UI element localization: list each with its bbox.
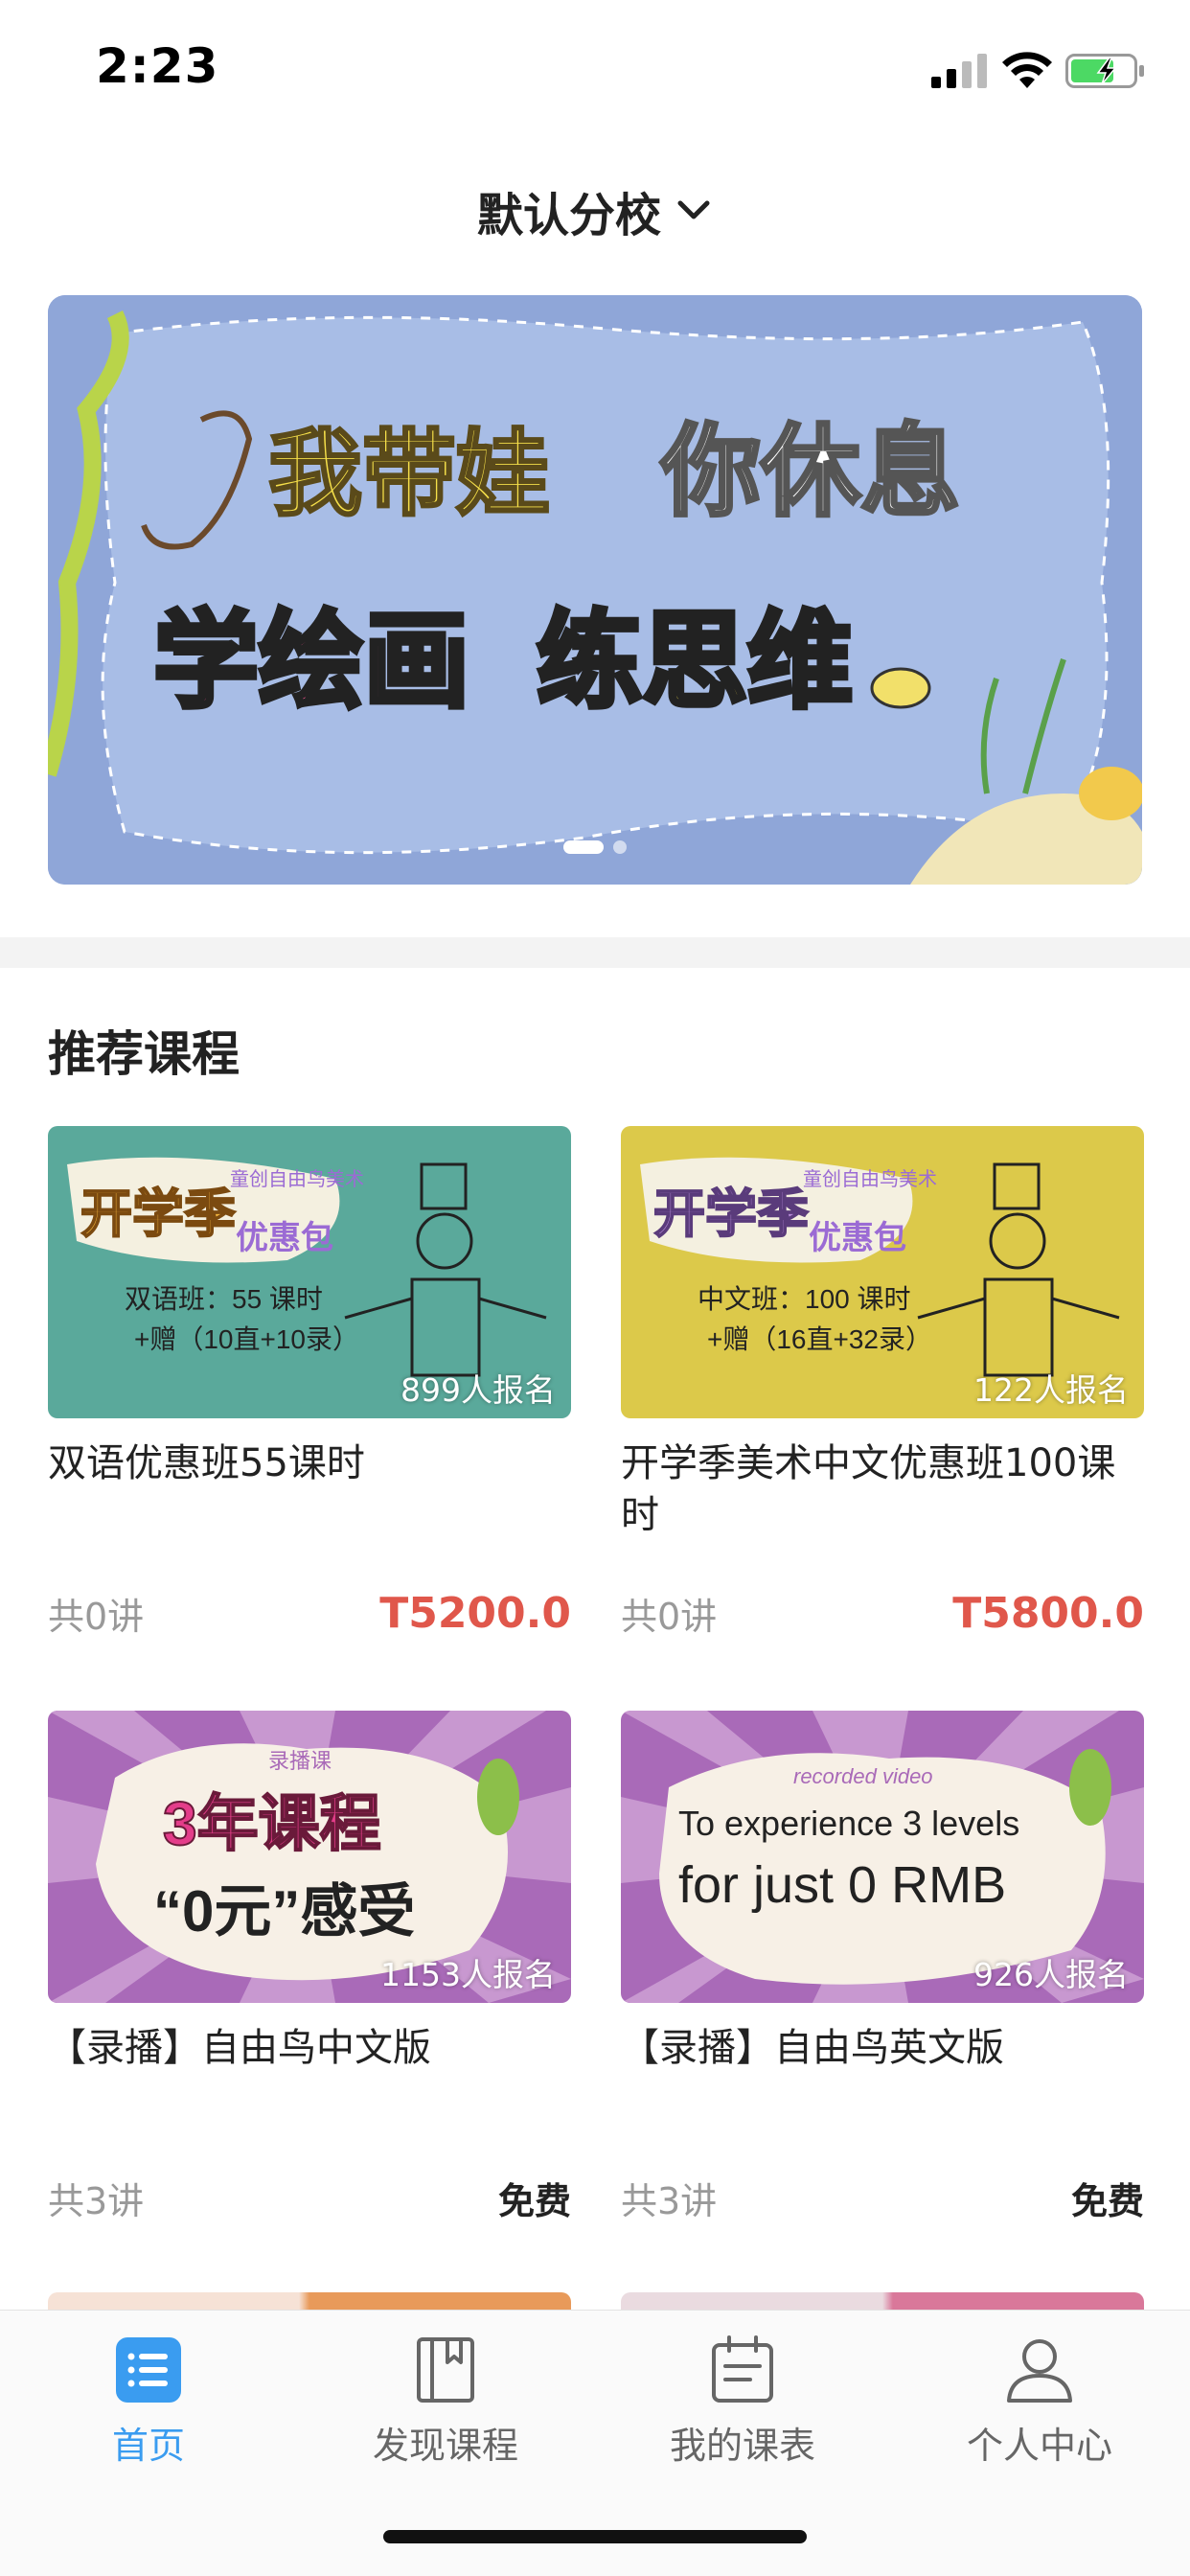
- course-price: T5200.0: [379, 1589, 571, 1638]
- lesson-count: 共3讲: [621, 2180, 718, 2222]
- carousel-dot[interactable]: [613, 840, 627, 854]
- svg-text:优惠包: 优惠包: [236, 1220, 333, 1256]
- section-divider: [0, 937, 1190, 968]
- signal-icon: [931, 54, 987, 88]
- tab-home[interactable]: 首页: [0, 2334, 297, 2469]
- enroll-count: 899人报名: [400, 1371, 556, 1409]
- course-card[interactable]: 开学季 优惠包 童创自由鸟美术 双语班：55 课时 +赠（10直+10录） 89…: [48, 1126, 571, 1640]
- wifi-icon: [1002, 52, 1052, 88]
- svg-text:recorded video: recorded video: [793, 1764, 933, 1788]
- banner-text-2a: 学绘画: [153, 603, 469, 721]
- course-meta: 共3讲 免费: [48, 2172, 571, 2224]
- tab-profile[interactable]: 个人中心: [891, 2334, 1188, 2469]
- book-icon: [417, 2337, 474, 2403]
- banner-image: 我带娃 你休息 学绘画 练思维: [48, 295, 1142, 885]
- home-indicator: [383, 2530, 807, 2543]
- chevron-down-icon: [677, 200, 710, 219]
- banner-text-2b: 练思维: [537, 603, 853, 721]
- tab-label: 个人中心: [966, 2425, 1112, 2467]
- tab-label: 发现课程: [372, 2425, 518, 2467]
- lesson-count: 共3讲: [48, 2180, 145, 2222]
- lesson-count: 共0讲: [48, 1596, 145, 1638]
- carousel-dot[interactable]: [563, 840, 604, 854]
- course-thumbnail: 开学季 优惠包 童创自由鸟美术 中文班：100 课时 +赠（16直+32录） 1…: [621, 1126, 1144, 1418]
- section-title: 推荐课程: [48, 1026, 240, 1082]
- tab-discover[interactable]: 发现课程: [297, 2334, 594, 2469]
- course-price: 免费: [1070, 2180, 1144, 2222]
- svg-text:+赠（16直+32录）: +赠（16直+32录）: [707, 1324, 932, 1354]
- lesson-count: 共0讲: [621, 1596, 718, 1638]
- tab-label: 首页: [111, 2425, 185, 2467]
- course-price: T5800.0: [952, 1589, 1144, 1638]
- svg-text:开学季: 开学季: [80, 1185, 236, 1243]
- course-price: 免费: [497, 2180, 571, 2222]
- svg-text:童创自由鸟美术: 童创自由鸟美术: [230, 1168, 364, 1190]
- course-title: 开学季美术中文优惠班100课时: [621, 1441, 1116, 1537]
- svg-text:双语班：55 课时: 双语班：55 课时: [125, 1284, 323, 1314]
- course-card[interactable]: recorded video To experience 3 levels fo…: [621, 1711, 1144, 2224]
- svg-text:“0元”感受: “0元”感受: [153, 1879, 415, 1944]
- carousel-dots: [48, 840, 1142, 854]
- enroll-count: 926人报名: [973, 1956, 1129, 1993]
- tab-label: 我的课表: [669, 2425, 815, 2467]
- course-title: 双语优惠班55课时: [48, 1441, 365, 1485]
- banner-text-1a: 我带娃: [268, 421, 550, 526]
- enroll-count: 1153人报名: [380, 1956, 556, 1993]
- course-card[interactable]: 录播课 3年课程 “0元”感受 1153人报名 【录播】自由鸟中文版 共3讲 免…: [48, 1711, 571, 2224]
- campus-selector[interactable]: 默认分校: [0, 172, 1190, 249]
- svg-text:童创自由鸟美术: 童创自由鸟美术: [803, 1168, 937, 1190]
- person-icon: [1007, 2339, 1072, 2403]
- banner-carousel[interactable]: 我带娃 你休息 学绘画 练思维: [48, 295, 1142, 885]
- svg-text:优惠包: 优惠包: [809, 1220, 906, 1256]
- course-meta: 共0讲 T5200.0: [48, 1587, 571, 1640]
- campus-label: 默认分校: [476, 189, 661, 242]
- enroll-count: 122人报名: [973, 1371, 1129, 1409]
- course-thumbnail: 录播课 3年课程 “0元”感受 1153人报名: [48, 1711, 571, 2003]
- svg-text:3年课程: 3年课程: [163, 1789, 381, 1858]
- battery-icon: [1065, 54, 1144, 88]
- course-meta: 共3讲 免费: [621, 2172, 1144, 2224]
- status-time: 2:23: [96, 38, 219, 94]
- banner-text-1b: 你休息: [660, 417, 960, 528]
- svg-text:+赠（10直+10录）: +赠（10直+10录）: [134, 1324, 359, 1354]
- svg-text:录播课: 录播课: [268, 1749, 332, 1773]
- clipboard-icon: [712, 2335, 773, 2403]
- course-title: 【录播】自由鸟中文版: [48, 2026, 431, 2070]
- svg-text:开学季: 开学季: [653, 1185, 809, 1243]
- course-title: 【录播】自由鸟英文版: [621, 2026, 1004, 2070]
- course-meta: 共0讲 T5800.0: [621, 1587, 1144, 1640]
- svg-text:for just 0 RMB: for just 0 RMB: [678, 1856, 1006, 1914]
- svg-text:中文班：100 课时: 中文班：100 课时: [698, 1284, 911, 1314]
- tab-schedule[interactable]: 我的课表: [594, 2334, 891, 2469]
- course-card[interactable]: 开学季 优惠包 童创自由鸟美术 中文班：100 课时 +赠（16直+32录） 1…: [621, 1126, 1144, 1640]
- course-thumbnail: recorded video To experience 3 levels fo…: [621, 1711, 1144, 2003]
- svg-text:To experience 3 levels: To experience 3 levels: [678, 1804, 1019, 1843]
- course-thumbnail: 开学季 优惠包 童创自由鸟美术 双语班：55 课时 +赠（10直+10录） 89…: [48, 1126, 571, 1418]
- list-icon: [116, 2337, 181, 2403]
- status-bar: 2:23: [0, 0, 1190, 144]
